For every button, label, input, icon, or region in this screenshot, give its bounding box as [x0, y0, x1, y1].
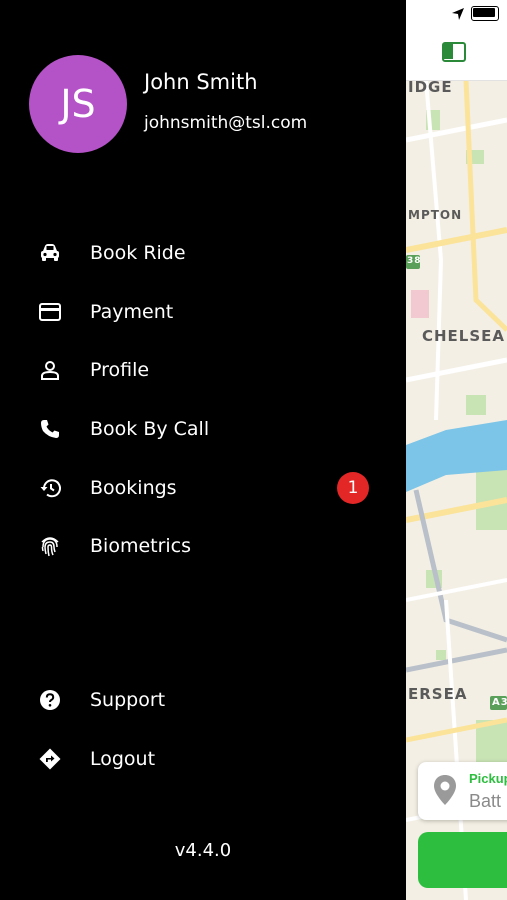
phone-icon — [37, 416, 63, 442]
menu-item-support[interactable]: Support — [0, 676, 406, 724]
pickup-card[interactable]: Pickup Batt — [418, 762, 507, 820]
menu-label-support: Support — [90, 689, 166, 711]
map-label-battersea: ERSEA — [408, 685, 468, 703]
pickup-title: Pickup — [469, 771, 507, 786]
pickup-value: Batt — [469, 791, 502, 811]
menu-item-profile[interactable]: Profile — [0, 346, 406, 394]
menu-label-book-ride: Book Ride — [90, 242, 186, 264]
person-icon — [37, 357, 63, 383]
status-bar — [406, 0, 507, 30]
top-bar — [406, 30, 507, 81]
drawer-toggle-icon[interactable] — [442, 42, 466, 62]
menu-item-book-by-call[interactable]: Book By Call — [0, 405, 406, 453]
road-shield-a3: A3 — [492, 697, 507, 708]
road-shield-38: 38 — [407, 256, 422, 266]
map-label-chelsea: CHELSEA — [422, 327, 506, 345]
battery-icon — [471, 6, 499, 21]
menu-item-logout[interactable]: Logout — [0, 735, 406, 783]
car-icon — [37, 240, 63, 266]
navigation-drawer: JS John Smith johnsmith@tsl.com Book Rid… — [0, 0, 406, 900]
app-version: v4.4.0 — [174, 840, 232, 861]
avatar: JS — [29, 55, 127, 153]
menu-label-profile: Profile — [90, 359, 150, 381]
directions-icon — [37, 746, 63, 772]
menu-label-biometrics: Biometrics — [90, 535, 192, 557]
menu-label-book-by-call: Book By Call — [90, 418, 210, 440]
credit-card-icon — [37, 299, 63, 325]
menu-label-logout: Logout — [90, 748, 156, 770]
menu-item-biometrics[interactable]: Biometrics — [0, 522, 406, 570]
menu-item-payment[interactable]: Payment — [0, 288, 406, 336]
confirm-ride-button[interactable] — [418, 832, 507, 888]
location-pin-icon — [434, 775, 456, 805]
menu-label-payment: Payment — [90, 301, 174, 323]
menu-item-book-ride[interactable]: Book Ride — [0, 229, 406, 277]
menu-label-bookings: Bookings — [90, 477, 177, 499]
map-label-brompton: MPTON — [408, 208, 463, 222]
location-arrow-icon — [452, 8, 464, 20]
map-view[interactable]: IDGE MPTON 38 CHELSEA ERSEA A3 Pickup Ba… — [406, 0, 507, 900]
bookings-count-badge: 1 — [337, 472, 369, 504]
history-icon — [37, 475, 63, 501]
user-email: johnsmith@tsl.com — [144, 113, 308, 133]
help-icon — [37, 687, 63, 713]
fingerprint-icon — [37, 533, 63, 559]
menu-item-bookings[interactable]: Bookings 1 — [0, 464, 406, 512]
user-name: John Smith — [144, 70, 258, 94]
